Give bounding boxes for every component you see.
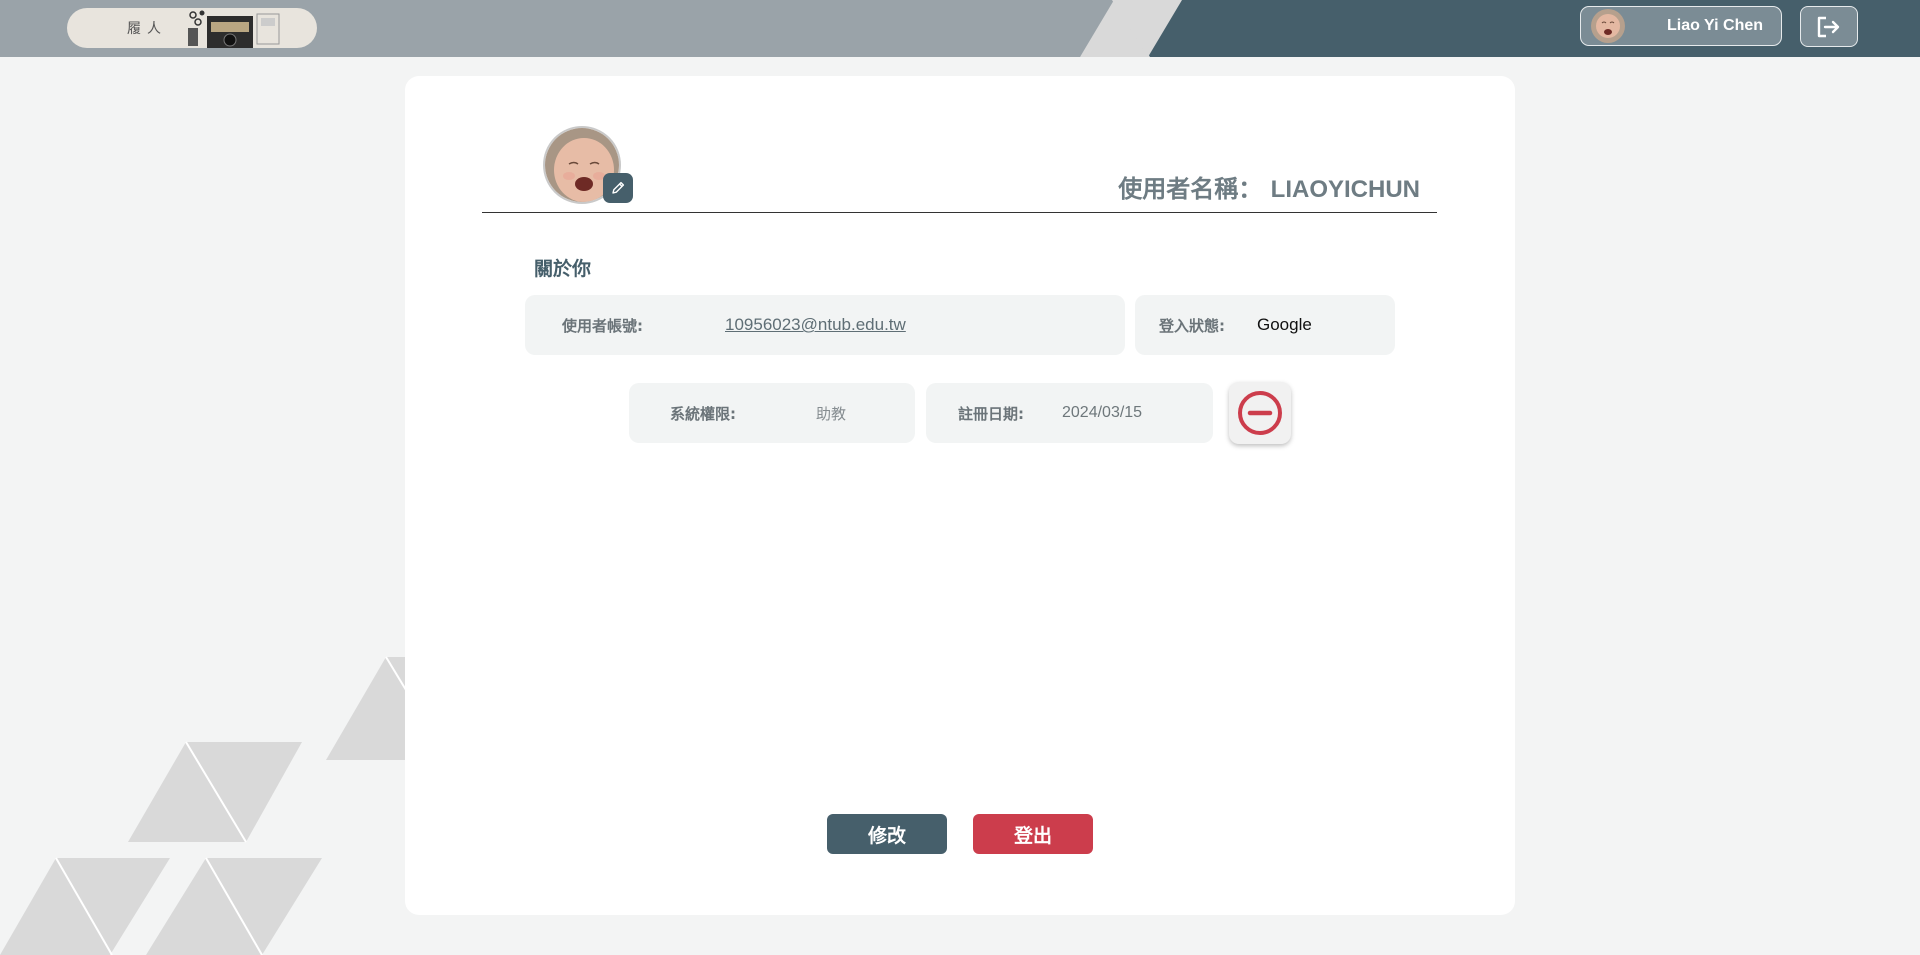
login-status-value: Google <box>1257 315 1312 334</box>
logout-icon <box>1817 16 1840 37</box>
role-field: 系統權限: 助教 <box>629 383 915 443</box>
minus-circle-icon <box>1238 391 1282 435</box>
logout-button[interactable]: 登出 <box>973 814 1093 854</box>
logout-icon-button[interactable] <box>1800 6 1858 47</box>
username-value: LIAOYICHUN <box>1270 176 1420 203</box>
login-status-label: 登入狀態: <box>1159 316 1225 335</box>
section-title: 關於你 <box>534 258 592 280</box>
register-date-field: 註冊日期: 2024/03/15 <box>926 383 1213 443</box>
user-avatar <box>1591 9 1625 43</box>
logo-text: 履人 <box>127 21 167 37</box>
role-value: 助教 <box>816 404 847 423</box>
account-email-link[interactable]: 10956023@ntub.edu.tw <box>725 315 906 335</box>
user-name: Liao Yi Chen <box>1667 17 1764 34</box>
edit-button[interactable]: 修改 <box>827 814 947 854</box>
register-date-value: 2024/03/15 <box>1062 404 1143 421</box>
profile-card: 使用者名稱： LIAOYICHUN 關於你 使用者帳號: 10956023@nt… <box>405 76 1515 915</box>
decorative-triangles <box>0 656 407 955</box>
remove-button[interactable] <box>1229 382 1291 444</box>
site-logo[interactable]: 履人 <box>67 8 317 48</box>
username-label: 使用者名稱： <box>1118 175 1263 203</box>
pencil-icon <box>612 181 625 194</box>
camera-collage-icon <box>185 8 285 48</box>
login-status-field: 登入狀態: Google <box>1135 295 1395 355</box>
header-divider <box>482 212 1437 213</box>
role-label: 系統權限: <box>670 404 736 423</box>
register-date-label: 註冊日期: <box>958 404 1024 423</box>
username-heading: 使用者名稱： LIAOYICHUN <box>1118 169 1420 204</box>
account-field: 使用者帳號: 10956023@ntub.edu.tw <box>525 295 1125 355</box>
topbar-dark-panel <box>1080 0 1920 57</box>
account-label: 使用者帳號: <box>562 316 643 335</box>
top-bar: 履人 Liao Yi Chen <box>0 0 1920 57</box>
user-profile-pill[interactable]: Liao Yi Chen <box>1580 6 1782 46</box>
edit-avatar-button[interactable] <box>603 173 633 203</box>
